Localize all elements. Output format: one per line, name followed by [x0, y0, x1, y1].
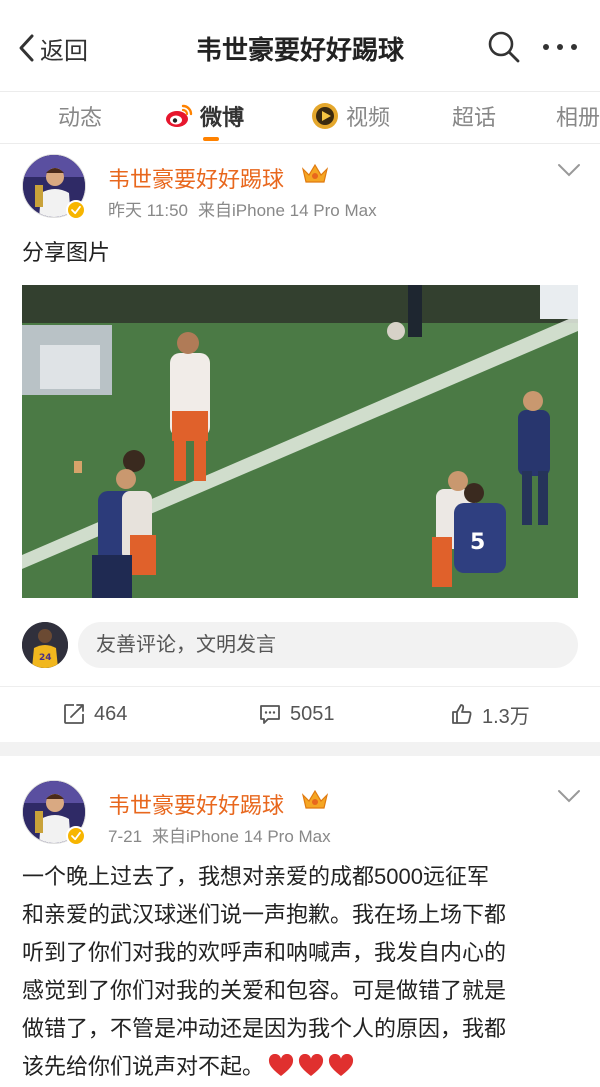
profile-tabs: 动态 微博 视频 超话 相册 [0, 92, 600, 144]
post-text: 分享图片 [22, 240, 111, 265]
author-name[interactable]: 韦世豪要好好踢球 [108, 162, 284, 194]
verified-badge-icon [66, 200, 86, 220]
feed-divider [0, 742, 600, 756]
red-heart-icon [329, 1054, 354, 1076]
post-text-line: 一个晚上过去了，我想对亲爱的成都5000远征军 [22, 864, 489, 889]
tab-video[interactable]: 视频 [310, 98, 390, 134]
post-meta: 昨天 11:50 来自iPhone 14 Pro Max [108, 196, 377, 221]
post-text-line: 和亲爱的武汉球迷们说一声抱歉。我在场上场下都 [22, 902, 507, 927]
repost-count: 464 [94, 702, 128, 725]
repost-icon [64, 704, 84, 724]
post-time: 7-21 [108, 827, 143, 846]
post-text-line: 该先给你们说声对不起。 [22, 1054, 265, 1079]
comment-icon [260, 705, 280, 724]
search-icon[interactable] [486, 29, 522, 65]
weibo-logo-icon [166, 104, 193, 127]
chevron-down-icon[interactable] [556, 788, 582, 804]
post-time: 昨天 11:50 [108, 201, 189, 220]
tab-super-topic[interactable]: 超话 [452, 98, 496, 134]
like-count: 1.3万 [482, 705, 530, 728]
post-meta: 7-21 来自iPhone 14 Pro Max [108, 822, 331, 847]
chevron-down-icon[interactable] [556, 162, 582, 178]
more-dots-icon[interactable] [540, 38, 580, 56]
post-text: 一个晚上过去了，我想对亲爱的成都5000远征军 和亲爱的武汉球迷们说一声抱歉。我… [22, 858, 582, 1086]
video-play-icon [312, 103, 338, 129]
comment-button[interactable]: 5051 [258, 699, 335, 729]
vip-crown-icon [301, 163, 329, 183]
active-tab-indicator [203, 137, 219, 141]
post-text-line: 做错了，不管是冲动还是因为我个人的原因，我都 [22, 1016, 507, 1041]
post-card: 韦世豪要好好踢球 7-21 来自iPhone 14 Pro Max 一个晚上过去了… [0, 756, 600, 1087]
verified-badge-icon [66, 826, 86, 846]
tab-dynamic[interactable]: 动态 [58, 98, 102, 134]
post-text-line: 感觉到了你们对我的关爱和包容。可是做错了就是 [22, 978, 507, 1003]
vip-crown-icon [301, 789, 329, 809]
post-source: 来自iPhone 14 Pro Max [198, 201, 377, 220]
tab-label: 相册 [556, 105, 600, 130]
tab-label: 动态 [58, 105, 103, 130]
comment-count: 5051 [290, 702, 335, 725]
top-nav-bar: 返回 韦世豪要好好踢球 [0, 0, 600, 92]
svg-text:5: 5 [470, 530, 485, 555]
post-text-line: 听到了你们对我的欢呼声和呐喊声，我发自内心的 [22, 940, 507, 965]
tab-label: 超话 [452, 105, 497, 130]
author-name[interactable]: 韦世豪要好好踢球 [108, 788, 284, 820]
current-user-avatar[interactable]: 24 [22, 622, 68, 668]
red-heart-icon [299, 1054, 324, 1076]
tab-album[interactable]: 相册 [556, 98, 600, 134]
comment-input[interactable]: 友善评论，文明发言 [78, 622, 578, 668]
tab-label: 视频 [346, 105, 391, 130]
post-video-thumbnail[interactable]: 5 [22, 285, 578, 598]
post-action-bar: 464 5051 1.3万 [0, 686, 600, 742]
post-source: 来自iPhone 14 Pro Max [152, 827, 331, 846]
thumbs-up-icon [452, 704, 472, 724]
repost-button[interactable]: 464 [62, 699, 127, 729]
post-text-line-last: 该先给你们说声对不起。 [22, 1048, 582, 1086]
tab-weibo[interactable]: 微博 [164, 98, 244, 134]
like-button[interactable]: 1.3万 [450, 699, 530, 729]
svg-text:24: 24 [39, 653, 52, 663]
tab-label: 微博 [200, 105, 245, 130]
red-heart-icon [269, 1054, 294, 1076]
